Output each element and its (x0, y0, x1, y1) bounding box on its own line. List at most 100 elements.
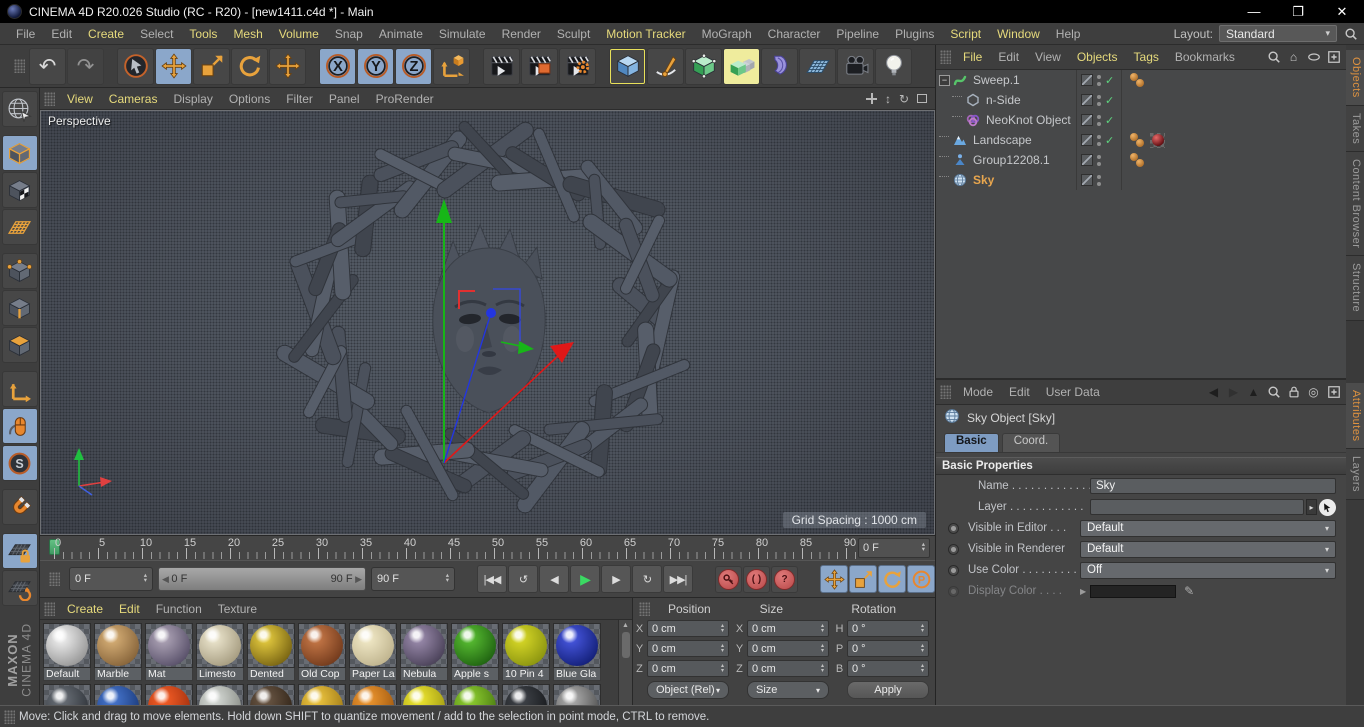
menu-pipeline[interactable]: Pipeline (828, 27, 887, 41)
menu-simulate[interactable]: Simulate (431, 27, 494, 41)
coord-rotation-h-field[interactable]: 0 ° ▴ ▾ (847, 620, 929, 637)
keyframe-radio[interactable] (948, 543, 959, 555)
tag-icon[interactable] (1136, 159, 1144, 167)
attributes-menu-mode[interactable]: Mode (955, 385, 1001, 399)
panel-grip[interactable] (940, 50, 951, 64)
layer-box-icon[interactable] (1081, 174, 1093, 186)
material-tile[interactable] (502, 684, 550, 705)
layer-box-icon[interactable] (1081, 94, 1093, 106)
search-icon[interactable] (1266, 50, 1281, 65)
visible-in-renderer-dropdown[interactable]: Default ▾ (1080, 540, 1336, 558)
live-selection-button[interactable] (117, 47, 154, 85)
material-limesto[interactable]: Limesto (196, 623, 244, 681)
menu-plugins[interactable]: Plugins (887, 27, 942, 41)
tag-icon[interactable] (1136, 79, 1144, 87)
coord-rotation-b-field[interactable]: 0 ° ▴ ▾ (847, 660, 929, 677)
spinner-arrows-icon[interactable]: ▴ ▾ (721, 663, 724, 673)
scroll-up-icon[interactable]: ▲ (622, 622, 629, 629)
material-marble[interactable]: Marble (94, 623, 142, 681)
spinner-arrows-icon[interactable]: ▴ ▾ (821, 663, 824, 673)
coord-size-x-field[interactable]: 0 cm ▴ ▾ (747, 620, 829, 637)
keyframe-rotation-button[interactable] (878, 565, 906, 593)
panel-tab-objects[interactable]: Objects (1346, 50, 1364, 106)
material-tile[interactable] (196, 684, 244, 705)
add-floor-button[interactable] (799, 47, 836, 85)
expand-arrow-icon[interactable]: ▶ (1080, 587, 1086, 596)
scrollbar-thumb[interactable] (621, 632, 630, 658)
object-manager-menu-view[interactable]: View (1027, 50, 1069, 64)
keyframe-parameter-button[interactable]: P (907, 565, 935, 593)
tab-basic[interactable]: Basic (944, 433, 999, 452)
object-rel-dropdown[interactable]: Object (Rel) ▾ (647, 681, 729, 699)
object-row-landscape[interactable]: Landscape ✓ (936, 130, 1346, 150)
menu-character[interactable]: Character (760, 27, 829, 41)
minimize-button[interactable]: — (1232, 0, 1276, 23)
spinner-arrows-icon[interactable]: ▴ ▾ (821, 623, 824, 633)
enabled-check-icon[interactable]: ✓ (1105, 94, 1115, 107)
texture-mode-button[interactable] (1, 172, 38, 208)
menu-motion-tracker[interactable]: Motion Tracker (598, 27, 693, 41)
viewport-menu-filter[interactable]: Filter (278, 92, 321, 106)
object-row-group12208-1[interactable]: Group12208.1 (936, 150, 1346, 170)
panel-grip[interactable] (639, 602, 650, 616)
visibility-dots-icon[interactable] (1097, 114, 1101, 126)
object-manager-menu-edit[interactable]: Edit (990, 50, 1027, 64)
timeline-ruler[interactable]: 0 5 10 15 20 25 30 35 40 45 50 55 60 65 70 75 80 85 90 0 F… (40, 535, 935, 560)
subdivision-surface-button[interactable] (685, 47, 722, 85)
display-color-swatch[interactable] (1090, 584, 1177, 598)
material-tile[interactable] (43, 684, 91, 705)
material-apple-s[interactable]: Apple s (451, 623, 499, 681)
move-button[interactable] (155, 47, 192, 85)
rotate-button[interactable] (231, 47, 268, 85)
visibility-toggles[interactable]: ✓ (1076, 110, 1122, 130)
add-panel-icon[interactable] (1326, 50, 1341, 65)
visibility-toggles[interactable] (1076, 150, 1122, 170)
visibility-toggles[interactable]: ✓ (1076, 130, 1122, 150)
object-manager-menu-objects[interactable]: Objects (1069, 50, 1126, 64)
object-manager-menu-bookmarks[interactable]: Bookmarks (1167, 50, 1243, 64)
name-field[interactable] (1090, 478, 1336, 494)
menu-help[interactable]: Help (1048, 27, 1089, 41)
menu-tools[interactable]: Tools (181, 27, 225, 41)
panel-grip[interactable] (4, 709, 15, 724)
viewport-zoom-icon[interactable]: ↕ (885, 93, 891, 105)
menu-volume[interactable]: Volume (271, 27, 327, 41)
menu-window[interactable]: Window (989, 27, 1048, 41)
menu-sculpt[interactable]: Sculpt (549, 27, 598, 41)
object-manager-menu-tags[interactable]: Tags (1126, 50, 1167, 64)
spinner-arrows-icon[interactable]: ▴ ▾ (721, 643, 724, 653)
polygons-mode-button[interactable] (1, 327, 38, 363)
viewport-rotate-icon[interactable]: ↻ (899, 93, 909, 105)
visibility-dots-icon[interactable] (1097, 74, 1101, 86)
end-frame-spinner[interactable]: 90 F ▴ ▾ (371, 567, 455, 591)
frame-range-slider[interactable]: ◀ 0 F 90 F ▶ (158, 567, 366, 591)
keyframe-position-button[interactable] (820, 565, 848, 593)
object-row-sky[interactable]: Sky (936, 170, 1346, 190)
materials-menu-function[interactable]: Function (148, 602, 210, 616)
materials-menu-create[interactable]: Create (59, 602, 111, 616)
material-mat[interactable]: Mat (145, 623, 193, 681)
add-panel-icon[interactable] (1326, 385, 1341, 400)
range-right-arrow-icon[interactable]: ▶ (353, 574, 362, 584)
scale-button[interactable] (193, 47, 230, 85)
material-blue-gla[interactable]: Blue Gla (553, 623, 601, 681)
spinner-arrows-icon[interactable]: ▴ ▾ (446, 573, 449, 584)
viewport-pan-icon[interactable] (865, 93, 877, 104)
panel-grip[interactable] (44, 601, 55, 616)
keyframe-scale-button[interactable] (849, 565, 877, 593)
search-icon[interactable] (1266, 385, 1281, 400)
visibility-toggles[interactable] (1076, 170, 1122, 190)
material-old-cop[interactable]: Old Cop (298, 623, 346, 681)
go-to-previous-key-button[interactable]: ↺ (508, 565, 538, 593)
add-camera-button[interactable] (837, 47, 874, 85)
menu-script[interactable]: Script (942, 27, 989, 41)
record-active-objects-button[interactable] (715, 565, 742, 593)
filter-eye-icon[interactable] (1306, 50, 1321, 65)
tab-coord[interactable]: Coord. (1001, 433, 1061, 452)
render-to-picture-viewer-button[interactable] (521, 47, 558, 85)
keyframe-radio[interactable] (948, 522, 959, 534)
play-forwards-button[interactable]: ▶ (570, 565, 600, 593)
apply-button[interactable]: Apply (847, 681, 929, 699)
target-icon[interactable]: ◎ (1306, 385, 1321, 400)
viewport-menu-prorender[interactable]: ProRender (368, 92, 442, 106)
